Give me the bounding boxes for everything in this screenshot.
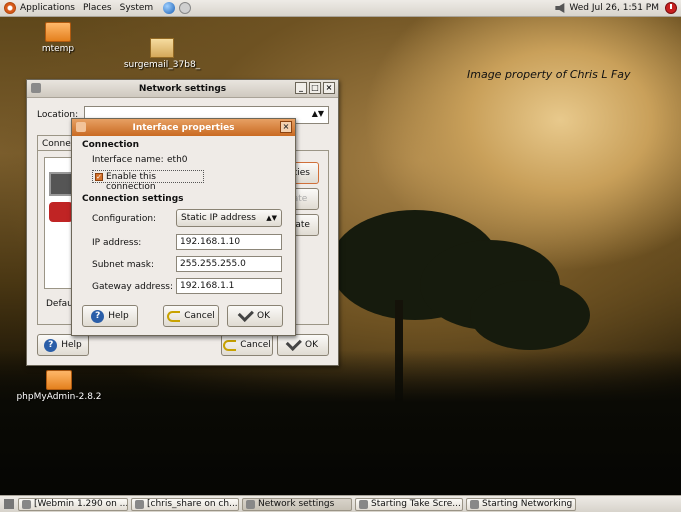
cancel-button[interactable]: Cancel <box>221 334 273 356</box>
undo-icon <box>167 310 181 322</box>
gateway-address-label: Gateway address: <box>92 282 174 292</box>
maximize-button[interactable]: □ <box>309 82 321 94</box>
bottom-panel: [Webmin 1.290 on ... [chris_share on ch.… <box>0 495 681 512</box>
modem-icon[interactable] <box>49 202 73 222</box>
network-icon <box>76 122 86 132</box>
package-icon <box>150 38 174 58</box>
default-label: Defau <box>46 299 73 309</box>
taskbar-item-chris-share[interactable]: [chris_share on ch... <box>131 497 239 511</box>
subnet-mask-label: Subnet mask: <box>92 260 154 270</box>
undo-icon <box>223 339 237 351</box>
mail-client-icon[interactable] <box>179 2 192 14</box>
help-icon: ? <box>44 338 58 352</box>
ok-button[interactable]: OK <box>227 305 283 327</box>
menu-applications[interactable]: Applications <box>20 3 75 13</box>
checkmark-icon <box>237 305 254 323</box>
power-icon[interactable] <box>665 2 677 14</box>
chevron-down-icon: ▲▼ <box>311 109 324 118</box>
top-panel: Applications Places System Wed Jul 26, 1… <box>0 0 681 17</box>
configuration-select[interactable]: Static IP address ▲▼ <box>176 209 282 227</box>
interface-name-label: Interface name: <box>92 155 164 165</box>
interface-properties-dialog: Interface properties × Connection Interf… <box>71 118 296 336</box>
desktop-icon-label: phpMyAdmin-2.8.2 <box>16 392 102 402</box>
show-desktop-icon[interactable] <box>4 499 14 509</box>
desktop-icon-surgemail[interactable]: surgemail_37b8_ <box>122 38 202 70</box>
network-icon <box>31 83 41 93</box>
enable-connection-checkbox[interactable]: ✓ <box>95 173 103 181</box>
browser-icon <box>22 499 31 509</box>
connection-settings-heading: Connection settings <box>82 194 184 204</box>
chevron-down-icon: ▲▼ <box>266 214 277 222</box>
checkmark-icon <box>285 334 302 352</box>
subnet-mask-input[interactable]: 255.255.255.0 <box>176 256 282 272</box>
interface-properties-titlebar[interactable]: Interface properties × <box>72 119 295 136</box>
ok-button[interactable]: OK <box>277 334 329 356</box>
hourglass-icon <box>359 499 368 509</box>
connection-heading: Connection <box>82 140 140 150</box>
watermark-text: Image property of Chris L Fay <box>467 68 631 81</box>
clock[interactable]: Wed Jul 26, 1:51 PM <box>569 3 659 13</box>
desktop-icon-phpmyadmin[interactable]: phpMyAdmin-2.8.2 <box>14 370 104 402</box>
desktop-icon-mtemp[interactable]: mtemp <box>36 22 80 54</box>
minimize-button[interactable]: _ <box>295 82 307 94</box>
ip-address-input[interactable]: 192.168.1.10 <box>176 234 282 250</box>
help-button[interactable]: ? Help <box>37 334 89 356</box>
folder-icon <box>135 499 144 509</box>
close-button[interactable]: × <box>323 82 335 94</box>
desktop-icon-label: surgemail_37b8_ <box>123 60 201 70</box>
folder-icon <box>46 370 72 390</box>
ubuntu-logo-icon[interactable] <box>4 2 16 14</box>
help-button[interactable]: ? Help <box>82 305 138 327</box>
configuration-label: Configuration: <box>92 214 157 224</box>
taskbar-item-network-settings[interactable]: Network settings <box>242 497 352 511</box>
network-icon <box>246 499 255 509</box>
network-settings-titlebar[interactable]: Network settings _ □ × <box>27 80 338 98</box>
tree-silhouette-part <box>470 280 590 350</box>
interface-name-value: eth0 <box>167 155 188 165</box>
window-title: Network settings <box>138 83 227 94</box>
menu-places[interactable]: Places <box>83 3 112 13</box>
volume-icon[interactable] <box>555 3 565 13</box>
close-button[interactable]: × <box>280 121 292 133</box>
cancel-button[interactable]: Cancel <box>163 305 219 327</box>
enable-connection-checkbox-row[interactable]: ✓ Enable this connection <box>92 170 204 192</box>
taskbar-item-webmin[interactable]: [Webmin 1.290 on ... <box>18 497 128 511</box>
enable-connection-label: Enable this connection <box>106 172 156 192</box>
folder-icon <box>45 22 71 42</box>
desktop-icon-label: mtemp <box>41 44 75 54</box>
dialog-title: Interface properties <box>132 122 235 133</box>
hourglass-icon <box>470 499 479 509</box>
web-browser-icon[interactable] <box>163 2 176 14</box>
menu-system[interactable]: System <box>120 3 154 13</box>
help-icon: ? <box>91 309 105 323</box>
ip-address-label: IP address: <box>92 238 142 248</box>
taskbar-item-take-screenshot[interactable]: Starting Take Scre... <box>355 497 463 511</box>
taskbar-item-networking[interactable]: Starting Networking <box>466 497 576 511</box>
gateway-address-input[interactable]: 192.168.1.1 <box>176 278 282 294</box>
